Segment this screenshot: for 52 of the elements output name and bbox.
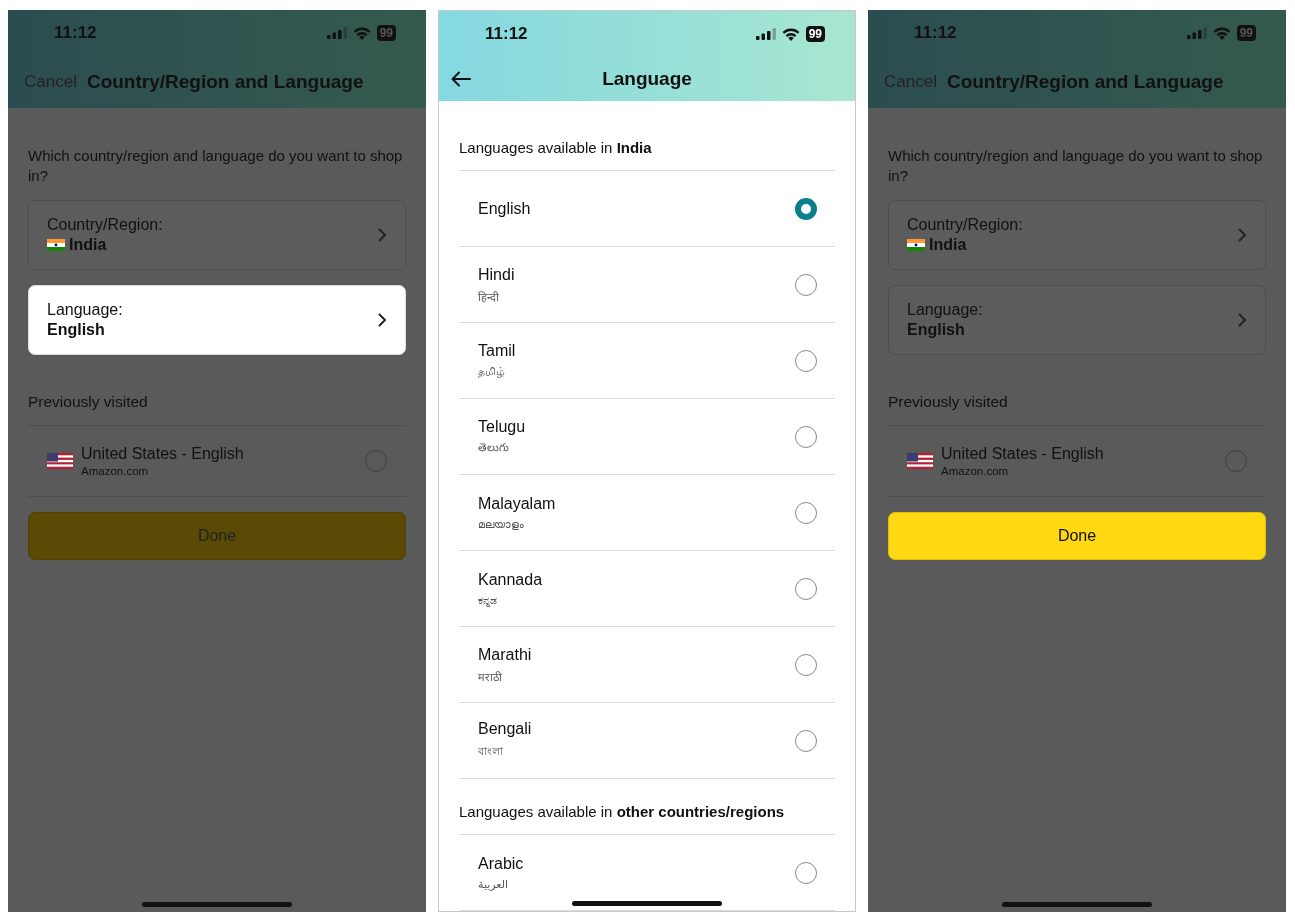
language-option[interactable]: English <box>459 171 835 247</box>
section-heading: Languages available in India <box>459 139 835 171</box>
field-label: Language: <box>907 301 983 319</box>
settings-card[interactable]: Language: English <box>28 285 406 355</box>
chevron-icon <box>1238 228 1247 242</box>
language-option[interactable]: Malayalam മലയാളം <box>459 475 835 551</box>
wifi-icon <box>352 26 371 40</box>
visited-subtitle: Amazon.com <box>81 465 150 477</box>
visited-subtitle: Amazon.com <box>941 465 1010 477</box>
language-option[interactable]: Telugu తెలుగు <box>459 399 835 475</box>
screen-title: Country/Region and Language <box>946 71 1224 93</box>
done-button[interactable]: Done <box>888 512 1266 560</box>
field-value: India <box>69 236 107 254</box>
question-text: Which country/region and language do you want to shop in? <box>888 146 1264 186</box>
chevron-icon <box>378 313 387 327</box>
flag-icon <box>907 239 925 251</box>
question-text: Which country/region and language do you want to shop in? <box>28 146 404 186</box>
chevron-icon <box>378 228 387 242</box>
signal-icon <box>1186 27 1207 39</box>
field-label: Country/Region: <box>47 216 163 234</box>
visited-title: United States - English <box>941 445 1105 463</box>
language-option[interactable]: Bengali বাংলা <box>459 703 835 779</box>
signal-icon <box>755 28 776 40</box>
flag-icon <box>907 453 933 469</box>
language-option[interactable]: Kannada ಕನ್ನಡ <box>459 551 835 627</box>
section-heading: Previously visited <box>28 393 149 411</box>
language-option[interactable]: Marathi मराठी <box>459 627 835 703</box>
screen-title: Language <box>602 68 692 90</box>
status-time: 11:12 <box>485 24 528 44</box>
field-label: Country/Region: <box>907 216 1023 234</box>
radio-button[interactable] <box>795 197 817 220</box>
screen-title: Country/Region and Language <box>86 71 364 93</box>
field-label: Language: <box>47 301 123 319</box>
signal-icon <box>326 27 347 39</box>
visited-title: United States - English <box>81 445 245 463</box>
battery-indicator: 99 <box>1236 25 1256 41</box>
wifi-icon <box>781 27 800 41</box>
section-heading: Languages available in other countries/regions <box>459 803 835 835</box>
chevron-icon <box>1238 313 1247 327</box>
status-time: 11:12 <box>54 23 97 43</box>
battery-indicator: 99 <box>376 25 396 41</box>
language-option[interactable]: Hindi हिन्दी <box>459 247 835 323</box>
back-arrow-icon[interactable] <box>451 71 471 87</box>
section-heading: Previously visited <box>888 393 1009 411</box>
wifi-icon <box>1212 26 1231 40</box>
field-value: English <box>47 321 105 339</box>
field-value: India <box>929 236 967 254</box>
flag-icon <box>47 239 65 251</box>
flag-icon <box>47 453 73 469</box>
battery-indicator: 99 <box>805 26 825 42</box>
language-option[interactable]: Tamil தமிழ் <box>459 323 835 399</box>
status-time: 11:12 <box>914 23 957 43</box>
